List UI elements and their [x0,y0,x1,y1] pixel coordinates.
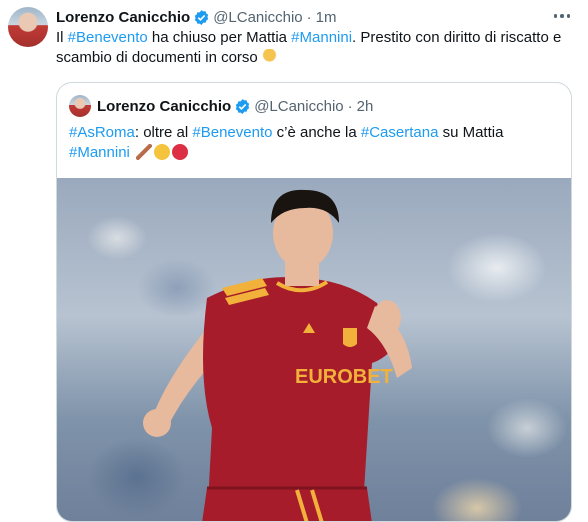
text-part: su Mattia [438,124,504,141]
red-circle-emoji [172,144,189,160]
hashtag-link[interactable]: #Mannini [291,29,352,46]
verified-badge-icon [195,9,209,25]
text-part [130,144,134,161]
quoted-author-avatar [69,95,91,117]
quoted-tweet-header: Lorenzo Canicchio @LCanicchio · 2h [69,95,373,117]
tweet-text: Il #Benevento ha chiuso per Mattia #Mann… [56,28,578,68]
text-part: ha chiuso per Mattia [147,29,292,46]
pointing-down-hand-emoji [261,49,277,64]
separator: · [306,8,312,26]
jersey-sponsor: EUROBET [295,366,393,388]
text-part: : oltre al [134,124,193,141]
hashtag-link[interactable]: #Benevento [192,124,272,141]
tweet-photo[interactable]: EUROBET [57,178,571,521]
quoted-tweet-text: #AsRoma: oltre al #Benevento c’è anche l… [69,123,564,163]
quoted-tweet-time: 2h [356,97,374,115]
author-handle[interactable]: @LCanicchio [213,9,302,26]
author-avatar[interactable] [8,7,48,47]
text-part: Il [56,29,68,46]
verified-badge-icon [236,98,250,114]
hashtag-link[interactable]: #Benevento [68,29,148,46]
hashtag-link[interactable]: #AsRoma [69,124,135,141]
text-part: c’è anche la [272,124,361,141]
hashtag-link[interactable]: #Casertana [361,124,439,141]
more-options-icon[interactable] [552,8,572,24]
yellow-circle-emoji [154,144,171,160]
quoted-author-name: Lorenzo Canicchio [97,97,232,115]
author-name[interactable]: Lorenzo Canicchio [56,9,190,26]
tweet-header: Lorenzo Canicchio @LCanicchio · 1m [56,7,336,27]
quoted-tweet[interactable]: Lorenzo Canicchio @LCanicchio · 2h #AsRo… [56,82,572,522]
hashtag-link[interactable]: #Mannini [69,144,130,161]
player-illustration: EUROBET [143,189,412,521]
separator: · [347,97,353,115]
quoted-author-handle: @LCanicchio [254,97,344,115]
quill-emoji [136,144,153,160]
tweet-time[interactable]: 1m [316,9,337,26]
